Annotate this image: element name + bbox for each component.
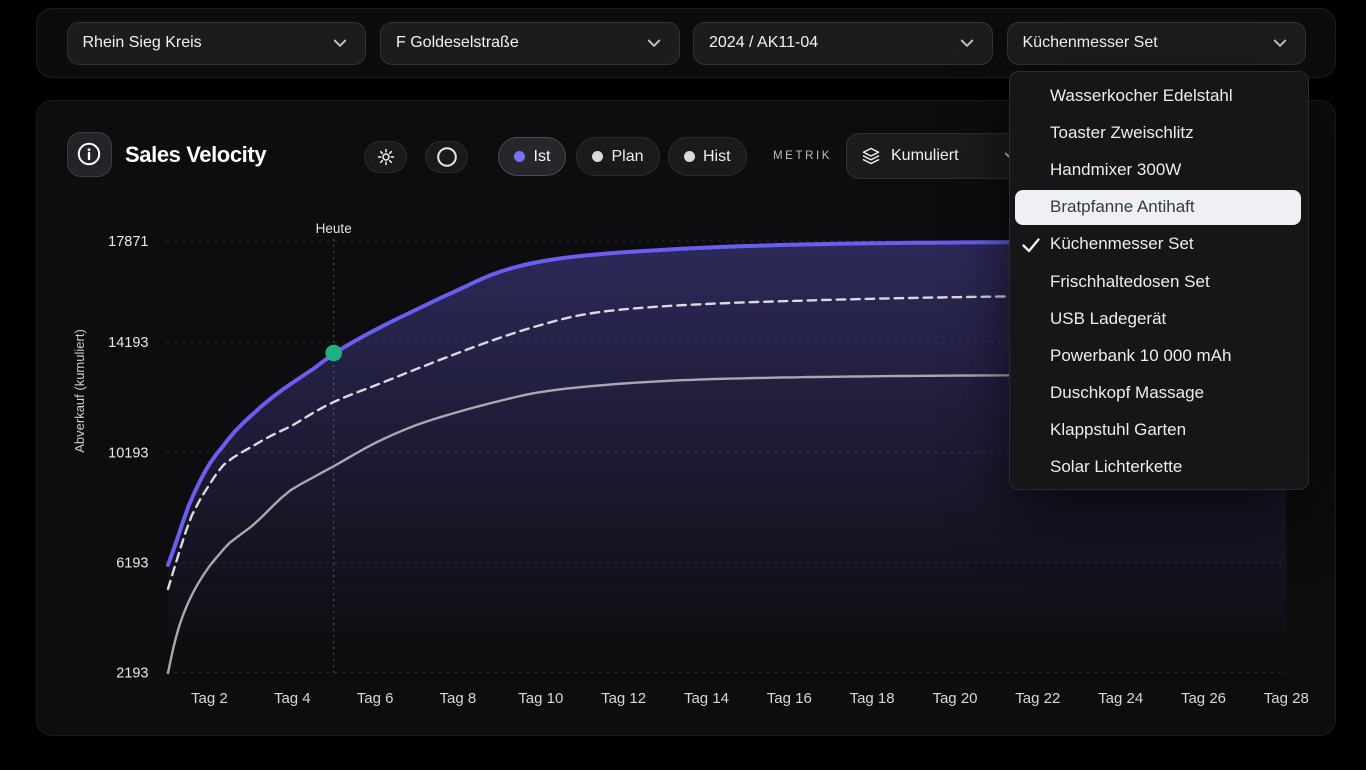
svg-text:Tag 2: Tag 2 xyxy=(191,690,228,707)
svg-text:Tag 28: Tag 28 xyxy=(1264,690,1309,707)
svg-text:Abverkauf (kumuliert): Abverkauf (kumuliert) xyxy=(72,329,87,453)
svg-text:Heute: Heute xyxy=(316,221,352,236)
svg-text:Tag 8: Tag 8 xyxy=(440,690,477,707)
svg-text:Tag 14: Tag 14 xyxy=(684,690,729,707)
svg-text:14193: 14193 xyxy=(108,335,148,351)
svg-text:Tag 6: Tag 6 xyxy=(357,690,394,707)
svg-text:2193: 2193 xyxy=(116,666,148,682)
svg-text:Tag 18: Tag 18 xyxy=(850,690,895,707)
svg-text:10193: 10193 xyxy=(108,445,148,461)
svg-text:6193: 6193 xyxy=(116,555,148,571)
svg-text:Tag 4: Tag 4 xyxy=(274,690,311,707)
svg-text:Tag 20: Tag 20 xyxy=(932,690,977,707)
svg-text:Tag 16: Tag 16 xyxy=(767,690,812,707)
svg-text:Tag 26: Tag 26 xyxy=(1181,690,1226,707)
svg-text:17871: 17871 xyxy=(108,234,148,250)
svg-text:Tag 12: Tag 12 xyxy=(601,690,646,707)
svg-text:Tag 24: Tag 24 xyxy=(1098,690,1143,707)
svg-text:Tag 22: Tag 22 xyxy=(1015,690,1060,707)
svg-text:Tag 10: Tag 10 xyxy=(518,690,563,707)
